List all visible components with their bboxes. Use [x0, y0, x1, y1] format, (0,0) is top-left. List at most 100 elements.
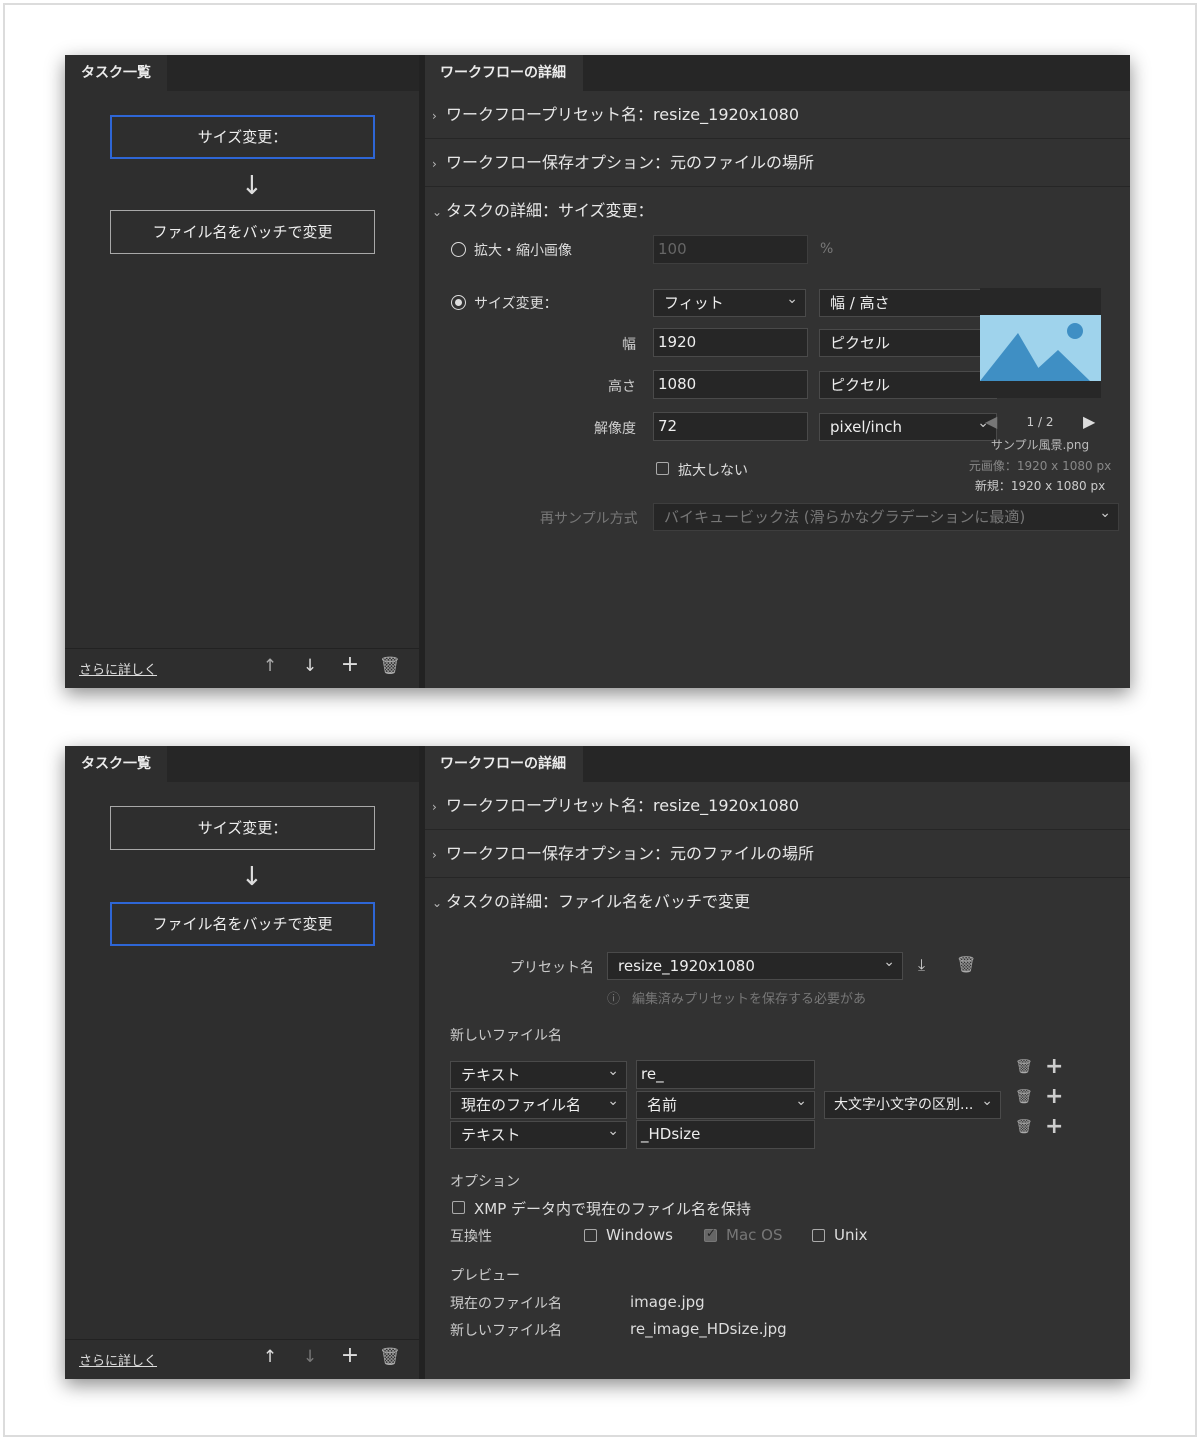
next-arrow-icon[interactable]: ▶ — [1083, 412, 1095, 431]
move-down-icon[interactable]: ↓ — [300, 1347, 320, 1367]
preview-thumbnail — [980, 288, 1101, 398]
new-filename-preview-label: 新しいファイル名 — [450, 1323, 562, 1339]
preset-name-label: プリセット名 — [510, 960, 594, 976]
case-select[interactable]: 大文字小文字の区別... — [824, 1088, 1001, 1119]
section-preset[interactable]: › ワークフロープリセット名：resize_1920x1080 — [425, 782, 1130, 830]
current-filename-label: 現在のファイル名 — [450, 1296, 562, 1312]
tab-workflow-detail[interactable]: ワークフローの詳細 — [425, 746, 583, 782]
add-icon[interactable]: + — [1045, 1086, 1063, 1108]
add-icon[interactable]: + — [340, 652, 360, 677]
trash-icon[interactable]: 🗑 — [1015, 1059, 1033, 1075]
trash-icon[interactable]: 🗑 — [956, 955, 976, 974]
no-enlarge-label: 拡大しない — [678, 463, 748, 479]
windows-checkbox[interactable] — [584, 1229, 597, 1242]
xmp-checkbox[interactable] — [452, 1201, 465, 1214]
height-input[interactable]: 1080 — [653, 370, 808, 399]
section-task-detail[interactable]: ⌄ タスクの詳細：ファイル名をバッチで変更 — [425, 878, 1130, 926]
rename-type-select-2[interactable]: 現在のファイル名 — [450, 1088, 627, 1119]
download-icon[interactable]: ⤓ — [918, 955, 925, 975]
resolution-label: 解像度 — [594, 421, 636, 437]
macos-checkbox[interactable] — [704, 1226, 717, 1242]
section-save-options[interactable]: › ワークフロー保存オプション：元のファイルの場所 — [425, 830, 1130, 878]
page-indicator: 1 / 2 — [1026, 415, 1054, 429]
move-up-icon[interactable]: ↑ — [260, 656, 280, 676]
resize-label: サイズ変更： — [474, 296, 558, 312]
preview-label: プレビュー — [450, 1268, 520, 1284]
section-save-options[interactable]: › ワークフロー保存オプション：元のファイルの場所 — [425, 139, 1130, 187]
workflow-detail-pane: ワークフローの詳細 › ワークフロープリセット名：resize_1920x1080… — [425, 746, 1130, 1379]
unix-label: Unix — [834, 1226, 868, 1244]
task-resize[interactable]: サイズ変更： — [110, 806, 375, 850]
compat-label: 互換性 — [450, 1229, 492, 1245]
task-list-footer: さらに詳しく ↑ ↓ + 🗑 — [65, 648, 419, 688]
new-filename-value: re_image_HDsize.jpg — [630, 1320, 787, 1338]
add-icon[interactable]: + — [1045, 1116, 1063, 1138]
info-icon: ⓘ — [607, 992, 621, 1007]
chevron-down-icon: ⌄ — [432, 205, 443, 219]
resample-select[interactable]: バイキュービック法 (滑らかなグラデーションに最適) — [653, 500, 1119, 531]
task-list-footer: さらに詳しく ↑ ↓ + 🗑 — [65, 1339, 419, 1379]
learn-more-link[interactable]: さらに詳しく — [79, 659, 157, 678]
chevron-right-icon: › — [432, 109, 437, 123]
rename-type-select-1[interactable]: テキスト — [450, 1058, 627, 1089]
new-filename-label: 新しいファイル名 — [450, 1028, 562, 1044]
arrow-down-icon: ↓ — [241, 171, 263, 201]
tab-task-list[interactable]: タスク一覧 — [65, 55, 167, 91]
trash-icon[interactable]: 🗑 — [1015, 1119, 1033, 1135]
resize-radio[interactable] — [451, 295, 466, 310]
rename-text-input-3[interactable]: _HDsize — [636, 1120, 815, 1149]
width-height-select[interactable]: 幅 / 高さ — [819, 286, 997, 317]
task-resize[interactable]: サイズ変更： — [110, 115, 375, 159]
section-preset[interactable]: › ワークフロープリセット名：resize_1920x1080 — [425, 91, 1130, 139]
rename-name-select[interactable]: 名前 — [636, 1088, 815, 1119]
preview-filename: サンプル風景.png — [990, 438, 1090, 452]
height-unit-select[interactable]: ピクセル — [819, 368, 997, 399]
trash-icon[interactable]: 🗑 — [379, 656, 401, 676]
rename-text-input-1[interactable]: re_ — [636, 1060, 815, 1089]
task-batch-rename[interactable]: ファイル名をバッチで変更 — [110, 902, 375, 946]
chevron-right-icon: › — [432, 800, 437, 814]
scale-radio[interactable] — [451, 242, 466, 257]
task-batch-rename[interactable]: ファイル名をバッチで変更 — [110, 210, 375, 254]
original-size: 元画像：1920 x 1080 px — [968, 459, 1112, 473]
prev-arrow-icon[interactable]: ◀ — [985, 412, 997, 431]
width-unit-select[interactable]: ピクセル — [819, 326, 997, 357]
section-task-detail[interactable]: ⌄ タスクの詳細：サイズ変更： — [425, 187, 1130, 235]
task-list-pane: タスク一覧 サイズ変更： ↓ ファイル名をバッチで変更 さらに詳しく ↑ ↓ +… — [65, 746, 419, 1379]
learn-more-link[interactable]: さらに詳しく — [79, 1350, 157, 1369]
move-down-icon[interactable]: ↓ — [300, 656, 320, 676]
chevron-right-icon: › — [432, 848, 437, 862]
width-label: 幅 — [622, 337, 636, 353]
xmp-label: XMP データ内で現在のファイル名を保持 — [474, 1200, 752, 1218]
no-enlarge-checkbox[interactable] — [656, 462, 669, 475]
rename-type-select-3[interactable]: テキスト — [450, 1118, 627, 1149]
macos-label: Mac OS — [726, 1226, 783, 1244]
move-up-icon[interactable]: ↑ — [260, 1347, 280, 1367]
panel-resize: タスク一覧 サイズ変更： ↓ ファイル名をバッチで変更 さらに詳しく ↑ ↓ +… — [65, 55, 1130, 688]
windows-label: Windows — [606, 1226, 673, 1244]
tab-workflow-detail[interactable]: ワークフローの詳細 — [425, 55, 583, 91]
resample-label: 再サンプル方式 — [540, 511, 638, 527]
current-filename-value: image.jpg — [630, 1293, 705, 1311]
preset-name-select[interactable]: resize_1920x1080 — [607, 949, 903, 980]
add-icon[interactable]: + — [1045, 1056, 1063, 1078]
workflow-detail-pane: ワークフローの詳細 › ワークフロープリセット名：resize_1920x1080… — [425, 55, 1130, 688]
new-size: 新規：1920 x 1080 px — [974, 479, 1106, 493]
resolution-input[interactable]: 72 — [653, 412, 808, 441]
landscape-image-icon — [980, 315, 1101, 381]
options-label: オプション — [450, 1174, 520, 1190]
unix-checkbox[interactable] — [812, 1229, 825, 1242]
arrow-down-icon: ↓ — [241, 862, 263, 892]
tab-task-list[interactable]: タスク一覧 — [65, 746, 167, 782]
scale-input[interactable]: 100 — [653, 235, 808, 264]
width-input[interactable]: 1920 — [653, 328, 808, 357]
percent-label: % — [820, 241, 834, 257]
scale-label: 拡大・縮小画像 — [474, 243, 572, 259]
trash-icon[interactable]: 🗑 — [379, 1347, 401, 1367]
trash-icon[interactable]: 🗑 — [1015, 1089, 1033, 1105]
chevron-down-icon: ⌄ — [432, 896, 443, 910]
add-icon[interactable]: + — [340, 1343, 360, 1368]
fit-select[interactable]: フィット — [653, 286, 806, 317]
unsaved-preset-note: 編集済みプリセットを保存する必要があ — [632, 992, 867, 1007]
chevron-right-icon: › — [432, 157, 437, 171]
